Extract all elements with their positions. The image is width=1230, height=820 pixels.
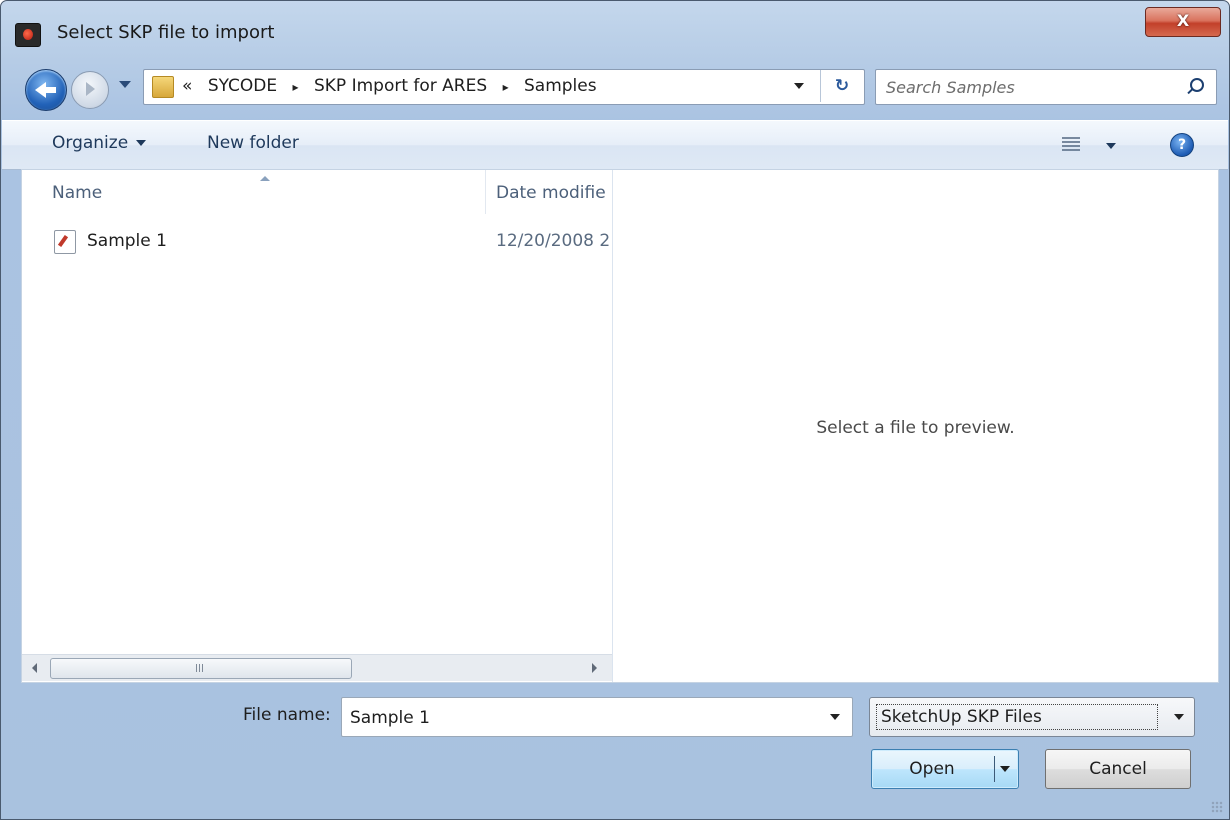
app-icon	[15, 23, 41, 47]
organize-label: Organize	[52, 133, 129, 153]
title-bar: Select SKP file to import X	[1, 1, 1229, 63]
back-arrow-icon[interactable]	[25, 69, 67, 111]
command-toolbar: Organize New folder ?	[2, 120, 1228, 170]
file-name-combobox[interactable]	[341, 697, 853, 737]
search-input[interactable]	[884, 74, 1168, 100]
horizontal-scrollbar[interactable]	[22, 654, 612, 681]
file-name[interactable]: Sample 1	[87, 231, 167, 251]
scroll-right-arrow-icon[interactable]	[592, 663, 597, 673]
skp-file-icon	[54, 230, 76, 254]
address-dropdown-icon[interactable]	[794, 83, 804, 89]
chevron-down-icon[interactable]	[1174, 714, 1184, 720]
breadcrumb-item-sycode[interactable]: SYCODE	[208, 76, 277, 96]
open-button-label: Open	[909, 759, 955, 779]
chevron-down-icon[interactable]	[830, 714, 840, 720]
scrollbar-thumb[interactable]	[50, 658, 352, 679]
breadcrumb-item-samples[interactable]: Samples	[524, 76, 597, 96]
file-open-dialog: Select SKP file to import X « SYCODE ▸ S…	[0, 0, 1230, 820]
recent-locations-chevron-icon[interactable]	[119, 81, 131, 88]
forward-arrow-icon[interactable]	[71, 71, 109, 109]
folder-icon	[152, 76, 174, 98]
chevron-down-icon	[136, 140, 147, 146]
search-box[interactable]	[875, 69, 1217, 105]
column-header-row: Name Date modifie	[22, 170, 612, 214]
sort-ascending-icon	[260, 176, 270, 181]
file-name-label: File name:	[243, 705, 331, 725]
column-header-date-modified[interactable]: Date modifie	[496, 183, 606, 203]
close-button[interactable]: X	[1145, 7, 1221, 37]
list-item[interactable]: Sample 1 12/20/2008 2	[52, 228, 612, 256]
window-title: Select SKP file to import	[57, 22, 275, 43]
file-list-pane: Name Date modifie Sample 1 12/20/2008 2	[22, 170, 613, 682]
help-icon[interactable]: ?	[1170, 133, 1194, 157]
open-button[interactable]: Open	[871, 749, 1019, 789]
cancel-button[interactable]: Cancel	[1045, 749, 1191, 789]
scroll-left-arrow-icon[interactable]	[32, 663, 37, 673]
file-type-value: SketchUp SKP Files	[876, 704, 1158, 730]
file-name-field[interactable]	[348, 705, 812, 731]
breadcrumb-separator-icon[interactable]: ▸	[293, 80, 299, 94]
split-divider	[994, 756, 995, 782]
preview-pane: Select a file to preview.	[613, 170, 1218, 682]
preview-message: Select a file to preview.	[816, 418, 1015, 438]
breadcrumb-overflow-chevron[interactable]: «	[182, 76, 192, 96]
open-options-chevron-icon[interactable]	[1000, 766, 1010, 772]
view-options-chevron-icon[interactable]	[1106, 143, 1116, 149]
file-type-select[interactable]: SketchUp SKP Files	[869, 697, 1195, 737]
breadcrumb: « SYCODE ▸ SKP Import for ARES ▸ Samples	[182, 76, 607, 96]
refresh-icon[interactable]: ↻	[820, 70, 863, 102]
search-icon[interactable]	[1190, 78, 1204, 92]
resize-grip-icon[interactable]	[1211, 801, 1223, 813]
column-divider[interactable]	[485, 170, 486, 214]
breadcrumb-item-skp-import[interactable]: SKP Import for ARES	[314, 76, 487, 96]
address-bar[interactable]: « SYCODE ▸ SKP Import for ARES ▸ Samples…	[143, 69, 865, 105]
breadcrumb-separator-icon[interactable]: ▸	[503, 80, 509, 94]
organize-button[interactable]: Organize	[52, 133, 147, 153]
column-header-name[interactable]: Name	[52, 183, 102, 203]
file-date-modified: 12/20/2008 2	[496, 231, 611, 251]
browser-area: Name Date modifie Sample 1 12/20/2008 2 …	[21, 169, 1219, 683]
new-folder-button[interactable]: New folder	[207, 133, 299, 153]
change-view-icon[interactable]	[1062, 137, 1080, 151]
